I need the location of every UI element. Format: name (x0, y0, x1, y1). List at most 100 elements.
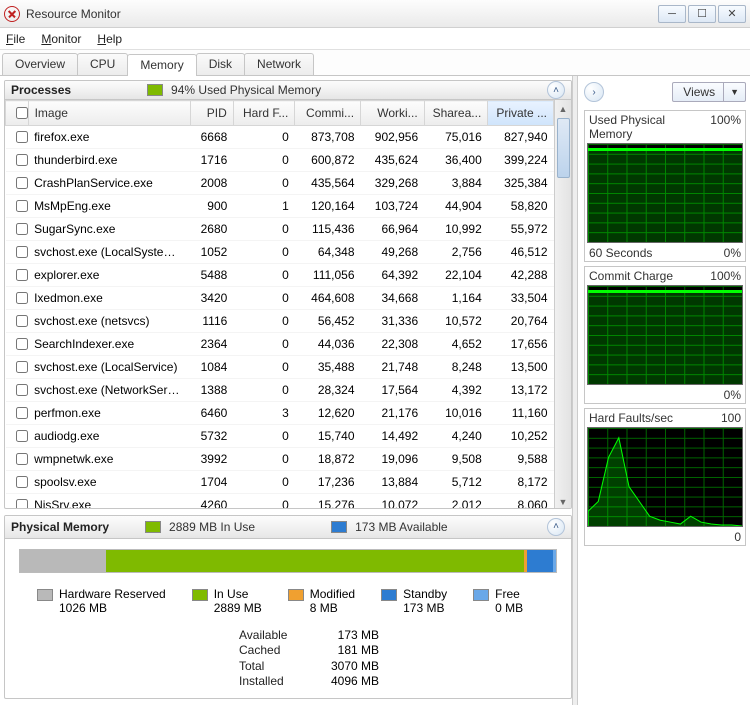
select-all-checkbox[interactable] (16, 107, 28, 119)
column-header[interactable]: PID (190, 101, 233, 126)
column-header[interactable]: Worki... (361, 101, 425, 126)
cell: svchost.exe (LocalService) (28, 356, 190, 379)
panel-processes-header[interactable]: Processes 94% Used Physical Memory ˄ (5, 81, 571, 100)
row-checkbox[interactable] (16, 246, 28, 258)
cell: 325,384 (488, 172, 554, 195)
pm-summary-inuse: 2889 MB In Use (169, 520, 255, 534)
row-checkbox[interactable] (16, 384, 28, 396)
row-checkbox[interactable] (16, 292, 28, 304)
menu-file[interactable]: File (6, 32, 25, 46)
cell: 0 (233, 471, 295, 494)
cell: 5732 (190, 425, 233, 448)
expand-right-icon[interactable]: › (584, 82, 604, 102)
scrollbar[interactable]: ▲ ▼ (554, 100, 571, 509)
row-checkbox[interactable] (16, 430, 28, 442)
table-row[interactable]: svchost.exe (LocalSystemNet...1052064,34… (6, 241, 554, 264)
table-row[interactable]: audiodg.exe5732015,74014,4924,24010,252 (6, 425, 554, 448)
column-header[interactable]: Hard F... (233, 101, 295, 126)
graph: Used Physical Memory 100% 60 Seconds 0% (584, 110, 746, 262)
panel-physical-memory-header[interactable]: Physical Memory 2889 MB In Use 173 MB Av… (5, 516, 571, 539)
tab-disk[interactable]: Disk (196, 53, 245, 75)
cell: 0 (233, 310, 295, 333)
legend-item: Modified 8 MB (288, 587, 355, 616)
cell: 20,764 (488, 310, 554, 333)
scroll-up-icon[interactable]: ▲ (559, 100, 568, 117)
column-header[interactable]: Sharea... (424, 101, 488, 126)
legend-value: 173 MB (403, 601, 447, 615)
table-row[interactable]: explorer.exe54880111,05664,39222,10442,2… (6, 264, 554, 287)
swatch-icon (147, 84, 163, 96)
pm-title: Physical Memory (11, 520, 109, 534)
maximize-button[interactable]: ☐ (688, 5, 716, 23)
cell: 10,072 (361, 494, 425, 509)
row-checkbox[interactable] (16, 407, 28, 419)
table-row[interactable]: spoolsv.exe1704017,23613,8845,7128,172 (6, 471, 554, 494)
cell: explorer.exe (28, 264, 190, 287)
chevron-down-icon[interactable]: ▼ (723, 83, 745, 101)
cell: 0 (233, 218, 295, 241)
legend-value: 0 MB (495, 601, 523, 615)
views-button[interactable]: Views ▼ (672, 82, 746, 102)
column-header[interactable]: Private ... (488, 101, 554, 126)
table-row[interactable]: svchost.exe (LocalService)1084035,48821,… (6, 356, 554, 379)
column-header[interactable]: Commi... (295, 101, 361, 126)
row-checkbox[interactable] (16, 315, 28, 327)
row-checkbox[interactable] (16, 131, 28, 143)
cell: 2680 (190, 218, 233, 241)
tab-memory[interactable]: Memory (127, 54, 196, 76)
legend-value: 1026 MB (59, 601, 166, 615)
cell: 0 (233, 356, 295, 379)
cell: 6668 (190, 126, 233, 149)
table-row[interactable]: firefox.exe66680873,708902,95675,016827,… (6, 126, 554, 149)
cell: svchost.exe (NetworkService) (28, 379, 190, 402)
menu-monitor[interactable]: Monitor (41, 32, 81, 46)
collapse-icon[interactable]: ˄ (547, 518, 565, 536)
scroll-down-icon[interactable]: ▼ (559, 493, 568, 509)
tab-cpu[interactable]: CPU (77, 53, 128, 75)
table-row[interactable]: svchost.exe (netsvcs)1116056,45231,33610… (6, 310, 554, 333)
table-row[interactable]: svchost.exe (NetworkService)1388028,3241… (6, 379, 554, 402)
column-header[interactable]: Image (28, 101, 190, 126)
close-button[interactable]: ✕ (718, 5, 746, 23)
row-checkbox[interactable] (16, 177, 28, 189)
table-row[interactable]: thunderbird.exe17160600,872435,62436,400… (6, 149, 554, 172)
cell: 64,348 (295, 241, 361, 264)
cell: 8,060 (488, 494, 554, 509)
cell: 1052 (190, 241, 233, 264)
cell: 0 (233, 333, 295, 356)
swatch-icon (37, 589, 53, 601)
table-row[interactable]: SugarSync.exe26800115,43666,96410,99255,… (6, 218, 554, 241)
row-checkbox[interactable] (16, 476, 28, 488)
table-row[interactable]: NisSrv.exe4260015,27610,0722,0128,060 (6, 494, 554, 509)
table-row[interactable]: MsMpEng.exe9001120,164103,72444,90458,82… (6, 195, 554, 218)
tab-overview[interactable]: Overview (2, 53, 78, 75)
row-checkbox[interactable] (16, 269, 28, 281)
row-checkbox[interactable] (16, 499, 28, 509)
cell: 15,740 (295, 425, 361, 448)
row-checkbox[interactable] (16, 338, 28, 350)
table-row[interactable]: CrashPlanService.exe20080435,564329,2683… (6, 172, 554, 195)
cell: 900 (190, 195, 233, 218)
graph-max: 100% (710, 113, 741, 141)
table-row[interactable]: SearchIndexer.exe2364044,03622,3084,6521… (6, 333, 554, 356)
row-checkbox[interactable] (16, 223, 28, 235)
row-checkbox[interactable] (16, 200, 28, 212)
table-row[interactable]: wmpnetwk.exe3992018,87219,0969,5089,588 (6, 448, 554, 471)
cell: thunderbird.exe (28, 149, 190, 172)
table-row[interactable]: perfmon.exe6460312,62021,17610,01611,160 (6, 402, 554, 425)
cell: 902,956 (361, 126, 425, 149)
scroll-thumb[interactable] (557, 118, 570, 178)
minimize-button[interactable]: ─ (658, 5, 686, 23)
collapse-icon[interactable]: ˄ (547, 81, 565, 99)
row-checkbox[interactable] (16, 453, 28, 465)
row-checkbox[interactable] (16, 154, 28, 166)
cell: 33,504 (488, 287, 554, 310)
menu-help[interactable]: Help (97, 32, 122, 46)
cell: 0 (233, 172, 295, 195)
graph-plot (587, 427, 743, 527)
tab-network[interactable]: Network (244, 53, 314, 75)
window-titlebar: Resource Monitor ─ ☐ ✕ (0, 0, 750, 28)
table-row[interactable]: Ixedmon.exe34200464,60834,6681,16433,504 (6, 287, 554, 310)
row-checkbox[interactable] (16, 361, 28, 373)
cell: 1704 (190, 471, 233, 494)
